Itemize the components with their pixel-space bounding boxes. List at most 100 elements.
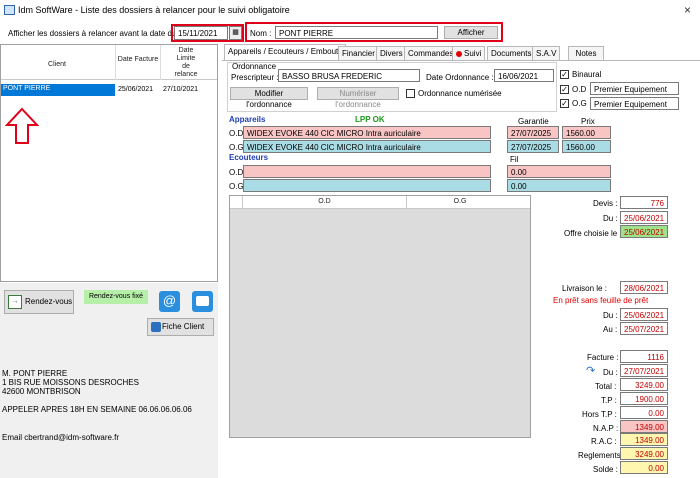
pret-au-field[interactable]: 25/07/2021 [620,322,668,335]
col-date-limite[interactable]: Date Limite de relance [161,47,211,79]
embouts-grid[interactable]: O.D O.G [229,195,531,438]
date-ordonnance-input[interactable]: 16/06/2021 [494,69,554,82]
tab-notes[interactable]: Notes [568,46,604,60]
facture-du-label: Du : [603,368,618,377]
rendez-vous-button[interactable]: → Rendez-vous [4,290,74,314]
calendar-icon[interactable]: ▦ [229,26,242,40]
tab-financier[interactable]: Financier [338,46,379,60]
reglements-field[interactable]: 3249.00 [620,447,668,460]
table-row[interactable]: PONT PIERRE 25/06/2021 27/10/2021 [1,84,217,96]
date-filter-input[interactable]: 15/11/2021 [174,26,228,40]
solde-field[interactable]: 0.00 [620,461,668,474]
devis-du-label: Du : [603,214,618,223]
app-icon [4,5,15,15]
garantie-label: Garantie [518,117,549,126]
close-icon[interactable]: × [684,3,691,17]
fiche-client-button[interactable]: Fiche Client [147,318,214,336]
grid-header: O.D O.G [230,196,530,209]
name-label: Nom : [250,29,272,38]
client-city: 42600 MONTBRISON [2,387,81,396]
name-input[interactable]: PONT PIERRE [275,26,438,39]
tab-suivi[interactable]: Suivi [452,46,486,60]
og-garantie-field[interactable]: 27/07/2025 [507,140,559,153]
od-ecouteur-label: O.D [229,168,244,177]
client-address: M. PONT PIERRE 1 BIS RUE MOISSONS DESROC… [2,369,139,396]
offre-label: Offre choisie le : [564,229,622,238]
nap-field[interactable]: 1349.00 [620,420,668,433]
fil-label: Fil [510,155,519,164]
row-date-facture: 25/06/2021 [118,86,154,93]
refresh-icon[interactable]: ↷ [586,364,595,377]
grid-col-od[interactable]: O.D [243,198,406,205]
og-prix-field[interactable]: 1560.00 [562,140,611,153]
rendez-vous-label: Rendez-vous [25,297,73,306]
col-date-facture[interactable]: Date Facture [116,56,160,63]
tab-sav[interactable]: S.A.V [532,46,561,60]
od-fil-field[interactable]: 0.00 [507,165,611,178]
col-client[interactable]: Client [1,61,113,68]
od-ecouteur-field[interactable] [243,165,491,178]
email-icon[interactable]: @ [159,291,180,312]
facture-field[interactable]: 1116 [620,350,668,363]
og-appareil-label: O.G [229,143,244,152]
col-date-limite-line: de [182,63,190,70]
total-label: Total : [595,382,617,391]
devis-field[interactable]: 776 [620,196,668,209]
tab-underline [222,60,700,61]
od-prix-field[interactable]: 1560.00 [562,126,611,139]
og-ecouteur-field[interactable] [243,179,491,192]
client-email: Email cbertrand@idm-software.fr [2,433,120,442]
rac-field[interactable]: 1349.00 [620,433,668,446]
col-date-limite-line: Date [178,47,194,54]
binaural-checkbox[interactable]: ✓ [560,70,569,79]
od-type-field[interactable]: Premier Equipement [590,82,679,95]
livraison-field[interactable]: 28/06/2021 [620,281,668,294]
date-filter-label: Afficher les dossiers à relancer avant l… [8,29,181,38]
devis-du-field[interactable]: 25/06/2021 [620,211,668,224]
ordonnance-group-label: Ordonnance [232,62,277,71]
calendar-icon: → [8,295,22,309]
client-name: M. PONT PIERRE [2,369,68,378]
afficher-button[interactable]: Afficher [444,26,498,39]
od-appareil-field[interactable]: WIDEX EVOKE 440 CIC MICRO Intra auricula… [243,126,491,139]
od-appareil-label: O.D [229,129,244,138]
numerisee-checkbox[interactable] [406,89,415,98]
od-checkbox[interactable]: ✓ [560,85,569,94]
facture-du-field[interactable]: 27/07/2021 [620,364,668,377]
livraison-label: Livraison le : [562,284,607,293]
client-note: APPELER APRES 18H EN SEMAINE 06.06.06.06… [2,405,192,414]
og-ecouteur-label: O.G [229,182,244,191]
devis-label: Devis : [593,199,618,208]
solde-label: Solde : [593,465,618,474]
pret-au-label: Au : [603,325,618,334]
tab-commandes[interactable]: Commandes [404,46,458,60]
od-label: O.D [572,85,587,94]
prescripteur-input[interactable]: BASSO BRUSA FREDERIC [278,69,420,82]
total-field[interactable]: 3249.00 [620,378,668,391]
alert-dot-icon [456,51,462,57]
og-checkbox[interactable]: ✓ [560,99,569,108]
grid-col-og[interactable]: O.G [407,198,513,205]
numeriser-ordonnance-button[interactable]: Numériser l'ordonnance [317,87,399,109]
og-type-field[interactable]: Premier Equipement [590,97,679,110]
pret-note: En prêt sans feuille de prêt [553,296,649,305]
rac-label: R.A.C : [591,437,617,446]
hors-tp-label: Hors T.P : [582,410,617,419]
pret-du-field[interactable]: 25/06/2021 [620,308,668,321]
og-appareil-field[interactable]: WIDEX EVOKE 440 CIC MICRO Intra auricula… [243,140,491,153]
od-garantie-field[interactable]: 27/07/2025 [507,126,559,139]
tp-field[interactable]: 1900.00 [620,392,668,405]
offre-field[interactable]: 25/06/2021 [620,225,668,238]
ecouteurs-title: Ecouteurs [229,153,269,162]
sms-icon[interactable] [192,291,213,312]
tab-documents[interactable]: Documents [487,46,536,60]
client-card-icon [151,322,161,332]
tab-divers[interactable]: Divers [376,46,407,60]
og-fil-field[interactable]: 0.00 [507,179,611,192]
hors-tp-field[interactable]: 0.00 [620,406,668,419]
tab-appareils[interactable]: Appareils / Ecouteurs / Embouts [224,44,347,60]
binaural-label: Binaural [572,70,602,79]
modifier-ordonnance-button[interactable]: Modifier l'ordonnance [230,87,308,109]
row-client: PONT PIERRE [1,84,115,96]
rdv-fixe-badge: Rendez-vous fixé [84,290,148,304]
